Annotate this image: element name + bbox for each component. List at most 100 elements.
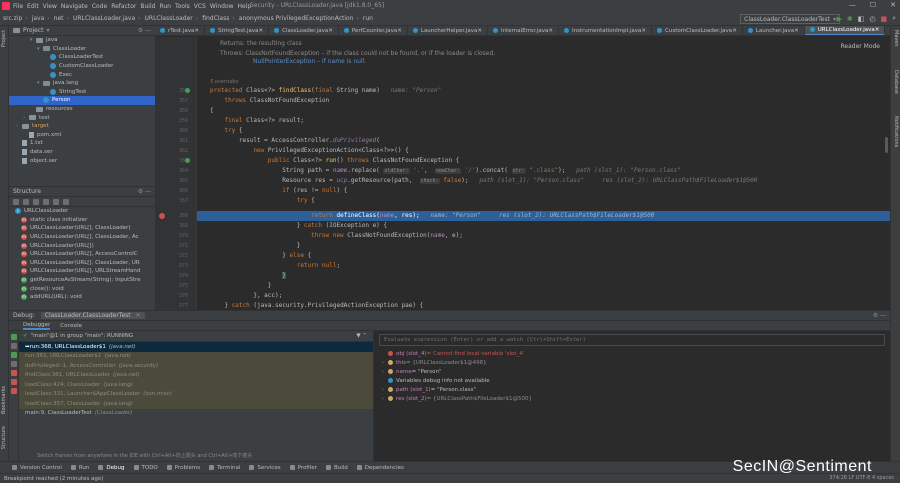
stop-icon[interactable]: ■ (880, 15, 887, 23)
tool-window-button[interactable]: Build (325, 465, 348, 471)
menu-item-refactor[interactable]: Refactor (111, 3, 136, 10)
editor-tab[interactable]: InstrumentationImpl.java ✕ (559, 26, 653, 35)
rerun-icon[interactable] (11, 334, 17, 340)
project-tree-item[interactable]: data.ser (9, 148, 155, 157)
mute-breakpoints-icon[interactable] (11, 388, 17, 394)
run-icon[interactable]: ▶ (836, 15, 841, 23)
run-configuration-select[interactable]: ClassLoader.ClassLoaderTest ▾ (740, 14, 840, 24)
variable-row[interactable]: › res (slot_2) = {URLClassPath$FileLoader… (374, 394, 890, 403)
structure-item[interactable]: m static class initializer (9, 216, 155, 225)
editor-scrollbar-thumb[interactable] (885, 137, 888, 153)
editor-tab[interactable]: PerfCounter.java ✕ (339, 26, 408, 35)
breadcrumb-item[interactable]: net › (54, 15, 69, 22)
thread-selector[interactable]: ✔ "main"@1 in group "main": RUNNING ▼ ⌃ (19, 331, 373, 342)
breakpoint-icon[interactable] (159, 213, 165, 219)
breadcrumb-item[interactable]: java › (32, 15, 50, 22)
breadcrumb-item[interactable]: URLClassLoader › (145, 15, 199, 22)
debug-tab-console[interactable]: Console (60, 323, 82, 329)
menu-item-navigate[interactable]: Navigate (61, 3, 88, 10)
tool-window-button[interactable]: Profiler (289, 465, 317, 471)
structure-item[interactable]: m close(): void (9, 284, 155, 293)
project-tree-item[interactable]: object.ser (9, 156, 155, 165)
expand-all-icon[interactable] (63, 198, 69, 205)
tool-window-button[interactable]: TODO (133, 465, 158, 471)
tool-window-button[interactable]: Problems (166, 465, 200, 471)
sort-alpha-icon[interactable] (23, 198, 29, 205)
close-icon[interactable]: ✕ (794, 28, 799, 34)
breadcrumb-item[interactable]: run (363, 15, 373, 22)
structure-item[interactable]: m URLClassLoader(URL[], URLStreamHand (9, 267, 155, 276)
variable-row[interactable]: obj (slot_4) = Cannot find local variabl… (374, 349, 890, 358)
variable-row[interactable]: Variables debug info not available (374, 376, 890, 385)
settings-icon[interactable] (11, 343, 17, 349)
variable-row[interactable]: › this = {URLClassLoader$1@498} (374, 358, 890, 367)
pause-icon[interactable] (11, 361, 17, 367)
stack-frame[interactable]: doPrivileged:-1, AccessController (java.s… (19, 361, 373, 371)
stack-frame[interactable]: findClass:361, URLClassLoader (java.net) (19, 370, 373, 380)
project-tree-item[interactable]: ▾ ClassLoader (9, 45, 155, 54)
structure-item[interactable]: m URLClassLoader(URL[], ClassLoader, UR (9, 259, 155, 268)
structure-item[interactable]: m getResourceAsStream(String): InputStre (9, 276, 155, 285)
notifications-tool-button[interactable]: Notifications (893, 116, 899, 147)
menu-item-tools[interactable]: Tools (175, 3, 190, 10)
panel-options-icon[interactable]: ⚙ — (873, 312, 886, 319)
show-fields-icon[interactable] (33, 198, 39, 205)
resume-icon[interactable] (11, 352, 17, 358)
close-icon[interactable]: ✕ (259, 28, 264, 34)
stack-frame[interactable]: loadClass:424, ClassLoader (java.lang) (19, 380, 373, 390)
breadcrumb-item[interactable]: anonymous PrivilegedExceptionAction › (239, 15, 359, 22)
editor-tab[interactable]: CustomClassLoader.java ✕ (652, 26, 743, 35)
close-icon[interactable]: ✕ (641, 28, 646, 34)
close-icon[interactable]: ✕ (397, 28, 402, 34)
maven-tool-button[interactable]: Maven (893, 30, 899, 47)
stack-frame[interactable]: ➥ run:368, URLClassLoader$1 (java.net) (19, 342, 373, 352)
view-breakpoints-icon[interactable] (11, 379, 17, 385)
menu-item-code[interactable]: Code (92, 3, 107, 10)
breadcrumb-item[interactable]: URLClassLoader.java › (73, 15, 141, 22)
structure-item[interactable]: m URLClassLoader(URL[]) (9, 241, 155, 250)
tool-window-button[interactable]: Terminal (209, 465, 240, 471)
code-editor[interactable]: 356 357 358 359 360 361 362 363 364 365 366 367 368 3… (155, 37, 890, 310)
breadcrumb-item[interactable]: findClass › (202, 15, 235, 22)
menu-item-file[interactable]: File (13, 3, 23, 10)
structure-item[interactable]: m URLClassLoader(URL[], ClassLoader) (9, 224, 155, 233)
editor-tab[interactable]: ClassLoader.java ✕ (269, 26, 339, 35)
editor-tab[interactable]: URLClassLoader.java ✕ (804, 26, 886, 35)
project-tool-button[interactable]: Project (1, 30, 7, 47)
tool-window-button[interactable]: Services (249, 465, 281, 471)
menu-item-edit[interactable]: Edit (27, 3, 39, 10)
menu-item-window[interactable]: Window (210, 3, 234, 10)
variable-row[interactable]: › path (slot_1) = "Person.class" (374, 385, 890, 394)
chevron-down-icon[interactable]: ▾ (47, 27, 50, 34)
editor-tab[interactable]: InternalError.java ✕ (488, 26, 559, 35)
evaluate-expression-input[interactable]: Evaluate expression (Enter) or add a wat… (379, 334, 885, 346)
close-icon[interactable]: ✕ (890, 1, 896, 9)
show-inherited-icon[interactable] (43, 198, 49, 205)
stack-frame[interactable]: loadClass:331, Launcher$AppClassLoader (s… (19, 389, 373, 399)
project-tree-item[interactable]: pom.xml (9, 131, 155, 140)
project-tree-item[interactable]: StringTest (9, 88, 155, 97)
close-icon[interactable]: ✕ (477, 28, 482, 34)
tool-window-button[interactable]: Version Control (12, 465, 62, 471)
close-icon[interactable]: ✕ (732, 28, 737, 34)
menu-item-view[interactable]: View (43, 3, 57, 10)
editor-gutter[interactable]: 356 357 358 359 360 361 362 363 364 365 366 367 368 3… (155, 37, 197, 310)
debug-tab-debugger[interactable]: Debugger (23, 322, 51, 330)
panel-options-icon[interactable]: ⚙ — (138, 188, 151, 195)
show-non-public-icon[interactable] (53, 198, 59, 205)
project-tree-item[interactable]: ▾ java (9, 36, 155, 45)
editor-tab[interactable]: Launcher.java ✕ (743, 26, 805, 35)
editor-tab[interactable]: LauncherHelper.java ✕ (408, 26, 488, 35)
project-panel-title[interactable]: Project (23, 27, 44, 34)
structure-item[interactable]: m URLClassLoader(URL[], AccessControlC (9, 250, 155, 259)
variable-row[interactable]: › name = "Person" (374, 367, 890, 376)
tool-window-button[interactable]: Debug (98, 465, 125, 471)
menu-item-run[interactable]: Run (159, 3, 171, 10)
close-icon[interactable]: ✕ (548, 28, 553, 34)
reader-mode-toggle[interactable]: Reader Mode (841, 43, 881, 50)
profile-icon[interactable]: ◴ (869, 15, 875, 23)
override-marker-icon[interactable] (185, 88, 190, 93)
project-tree-item[interactable]: resources (9, 105, 155, 114)
stack-frame[interactable]: run:361, URLClassLoader$1 (java.net) (19, 351, 373, 361)
project-tree-item[interactable]: ▾ java.lang (9, 79, 155, 88)
